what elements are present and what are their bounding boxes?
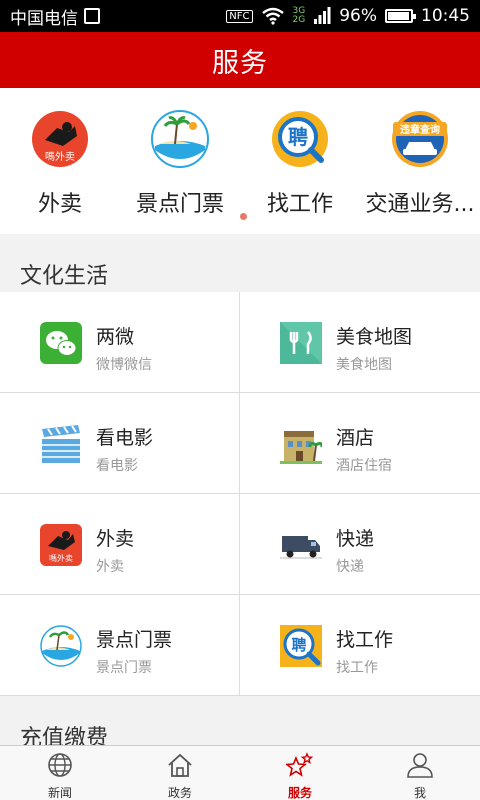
svg-text:聘: 聘 bbox=[291, 636, 306, 654]
delivery-truck-icon bbox=[280, 536, 322, 559]
quick-item-label: 外卖 bbox=[37, 192, 82, 217]
scenic-icon bbox=[151, 110, 209, 168]
takeout-icon: 嗎外卖 bbox=[32, 111, 88, 167]
tab-news[interactable]: 新闻 bbox=[0, 746, 120, 800]
stars-icon bbox=[284, 752, 314, 777]
takeout-icon: 嗎外卖 bbox=[40, 524, 82, 566]
service-name: 找工作 bbox=[336, 629, 394, 651]
quick-item-label: 找工作 bbox=[266, 192, 333, 217]
quick-item-scenic-tickets[interactable]: 景点门票 bbox=[120, 110, 240, 218]
service-item-express[interactable]: 快递 快递 bbox=[240, 494, 480, 595]
signal-icon bbox=[314, 7, 331, 24]
status-bar: 中国电信 NFC 3G 2G 96% 10:45 bbox=[0, 0, 480, 32]
quick-item-label: 交通业务... bbox=[365, 192, 475, 217]
tab-services[interactable]: 服务 bbox=[240, 746, 360, 800]
page-title: 服务 bbox=[0, 32, 480, 88]
food-map-icon bbox=[280, 322, 322, 364]
tab-label: 服务 bbox=[287, 786, 312, 800]
service-subtitle: 外卖 bbox=[96, 559, 124, 575]
hotel-icon bbox=[280, 431, 322, 464]
job-icon: 聘 bbox=[280, 625, 322, 667]
service-name: 景点门票 bbox=[96, 629, 173, 651]
service-name: 看电影 bbox=[96, 427, 154, 449]
service-name: 外卖 bbox=[96, 528, 135, 550]
service-name: 快递 bbox=[336, 528, 375, 550]
service-item-takeout[interactable]: 嗎外卖 外卖 外卖 bbox=[0, 494, 240, 595]
clock: 10:45 bbox=[421, 6, 470, 26]
carrier-label: 中国电信 bbox=[10, 8, 78, 29]
svg-text:聘: 聘 bbox=[288, 125, 308, 149]
home-icon bbox=[168, 753, 192, 777]
user-icon bbox=[407, 753, 433, 778]
globe-icon bbox=[48, 753, 72, 777]
svg-text:违章查询: 违章查询 bbox=[400, 123, 440, 136]
tab-government[interactable]: 政务 bbox=[120, 746, 240, 800]
quick-item-label: 景点门票 bbox=[135, 192, 224, 217]
service-name: 两微 bbox=[96, 326, 135, 348]
battery-percent: 96% bbox=[339, 6, 377, 26]
scenic-icon bbox=[40, 625, 82, 667]
service-item-food-map[interactable]: 美食地图 美食地图 bbox=[240, 292, 480, 393]
movie-clapper-icon bbox=[42, 425, 80, 463]
nfc-icon: NFC bbox=[226, 9, 253, 23]
service-name: 美食地图 bbox=[336, 326, 413, 348]
quick-item-traffic[interactable]: 违章查询 交通业务... bbox=[360, 110, 480, 218]
bottom-tab-bar: 新闻 政务 服务 我 bbox=[0, 745, 480, 800]
service-item-wechat-weibo[interactable]: 两微 微博微信 bbox=[0, 292, 240, 393]
section-title-culture: 文化生活 bbox=[20, 264, 109, 289]
tab-label: 新闻 bbox=[47, 786, 72, 800]
svg-text:嗎外卖: 嗎外卖 bbox=[49, 553, 73, 563]
sim-icon bbox=[84, 8, 100, 24]
quick-item-takeout[interactable]: 嗎外卖 外卖 bbox=[0, 110, 120, 218]
service-subtitle: 酒店住宿 bbox=[336, 458, 392, 474]
job-icon: 聘 bbox=[272, 111, 328, 167]
quick-item-job[interactable]: 聘 找工作 bbox=[240, 110, 360, 218]
service-subtitle: 找工作 bbox=[336, 660, 378, 676]
wifi-icon bbox=[261, 7, 284, 25]
service-item-movie[interactable]: 看电影 看电影 bbox=[0, 393, 240, 494]
svg-text:嗎外卖: 嗎外卖 bbox=[45, 151, 75, 163]
service-item-job[interactable]: 聘 找工作 找工作 bbox=[240, 595, 480, 696]
service-subtitle: 快递 bbox=[336, 559, 364, 575]
tab-label: 政务 bbox=[167, 786, 192, 800]
service-name: 酒店 bbox=[336, 427, 375, 449]
service-item-hotel[interactable]: 酒店 酒店住宿 bbox=[240, 393, 480, 494]
service-item-scenic-tickets[interactable]: 景点门票 景点门票 bbox=[0, 595, 240, 696]
network-type: 3G 2G bbox=[292, 6, 306, 25]
battery-icon bbox=[385, 9, 416, 23]
carousel-page-indicator bbox=[240, 213, 247, 220]
quick-service-carousel[interactable]: 嗎外卖 外卖 景点门票 聘 找工作 违章查询 交通业务... bbox=[0, 88, 480, 234]
tab-label: 我 bbox=[413, 786, 426, 800]
tab-me[interactable]: 我 bbox=[360, 746, 480, 800]
service-subtitle: 看电影 bbox=[96, 458, 138, 474]
service-subtitle: 美食地图 bbox=[336, 357, 392, 373]
service-subtitle: 景点门票 bbox=[96, 660, 152, 676]
wechat-icon bbox=[40, 322, 82, 364]
traffic-query-icon: 违章查询 bbox=[392, 111, 448, 167]
service-subtitle: 微博微信 bbox=[96, 357, 152, 373]
